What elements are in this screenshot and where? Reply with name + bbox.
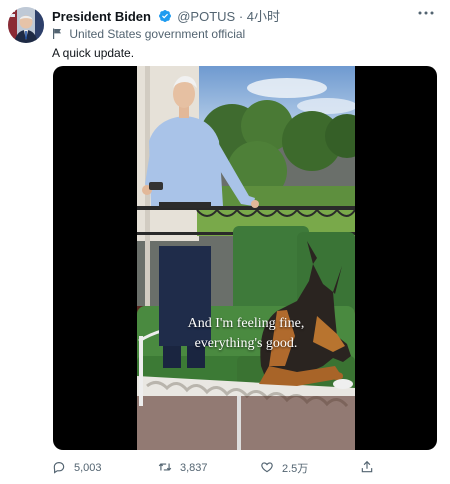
share-icon (360, 460, 374, 477)
video-frame (137, 66, 355, 450)
avatar-image (8, 7, 44, 43)
verified-badge-icon (158, 9, 172, 23)
retweet-button[interactable]: 3,837 (158, 458, 208, 478)
author-handle[interactable]: @POTUS (177, 9, 235, 24)
retweet-count: 3,837 (180, 462, 208, 474)
tweet-text: A quick update. (52, 46, 135, 60)
government-flag-icon (52, 27, 62, 39)
reply-icon (52, 460, 74, 477)
government-label-text: United States government official (69, 27, 246, 41)
header-separator: · (238, 9, 244, 24)
caption-line-2: everything's good. (194, 336, 298, 351)
tweet-card[interactable]: President Biden @POTUS · 4小时 United Stat… (0, 0, 450, 484)
tweet-actions: 5,003 3,837 2.5万 (52, 458, 382, 478)
video-caption: And I'm feeling fine, everything's good. (137, 314, 355, 354)
government-label[interactable]: United States government official (52, 26, 245, 42)
reply-count: 5,003 (74, 462, 102, 474)
video-player[interactable]: And I'm feeling fine, everything's good. (53, 66, 437, 450)
caption-line-1: And I'm feeling fine, (187, 316, 305, 331)
like-icon (260, 460, 282, 477)
tweet-timestamp[interactable]: 4小时 (247, 9, 280, 24)
retweet-icon (158, 460, 180, 477)
more-icon[interactable] (416, 6, 436, 20)
share-button[interactable] (360, 458, 374, 478)
reply-button[interactable]: 5,003 (52, 458, 102, 478)
author-avatar[interactable] (8, 7, 44, 43)
like-button[interactable]: 2.5万 (260, 458, 308, 478)
like-count: 2.5万 (282, 463, 309, 475)
author-name[interactable]: President Biden (52, 9, 151, 24)
tweet-header: President Biden @POTUS · 4小时 (52, 8, 440, 26)
